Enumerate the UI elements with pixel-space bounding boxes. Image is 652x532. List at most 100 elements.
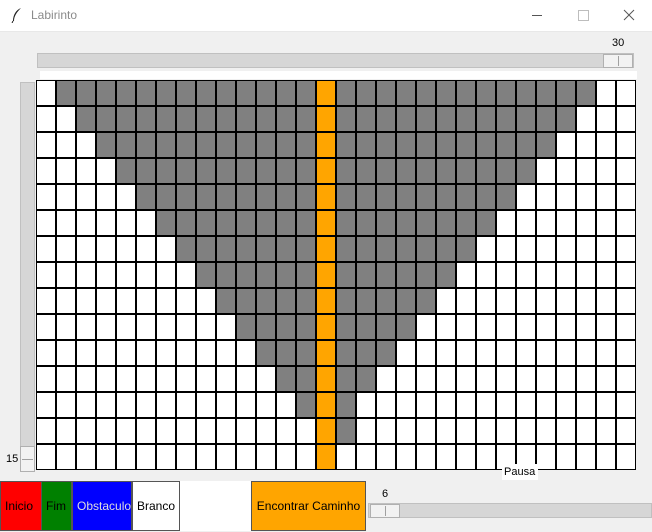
maze-cell-empty[interactable] — [477, 367, 495, 391]
maze-cell-obstacle[interactable] — [397, 211, 415, 235]
maze-cell-empty[interactable] — [77, 237, 95, 261]
maze-cell-obstacle[interactable] — [337, 107, 355, 131]
maze-cell-empty[interactable] — [617, 133, 635, 157]
maze-cell-empty[interactable] — [577, 419, 595, 443]
maze-cell-empty[interactable] — [37, 81, 55, 105]
maze-cell-empty[interactable] — [137, 419, 155, 443]
maze-cell-empty[interactable] — [37, 159, 55, 183]
maze-cell-obstacle[interactable] — [337, 211, 355, 235]
maze-cell-empty[interactable] — [597, 341, 615, 365]
maze-cell-empty[interactable] — [457, 263, 475, 287]
maze-cell-obstacle[interactable] — [437, 263, 455, 287]
maze-cell-empty[interactable] — [517, 419, 535, 443]
maze-cell-empty[interactable] — [617, 185, 635, 209]
maze-cell-empty[interactable] — [177, 419, 195, 443]
maze-cell-empty[interactable] — [77, 133, 95, 157]
maze-cell-empty[interactable] — [197, 367, 215, 391]
maze-cell-empty[interactable] — [497, 211, 515, 235]
maze-cell-empty[interactable] — [557, 315, 575, 339]
maze-cell-obstacle[interactable] — [457, 185, 475, 209]
maze-cell-obstacle[interactable] — [377, 159, 395, 183]
maze-cell-obstacle[interactable] — [97, 107, 115, 131]
maze-cell-empty[interactable] — [617, 341, 635, 365]
maze-cell-empty[interactable] — [557, 263, 575, 287]
maze-cell-empty[interactable] — [617, 393, 635, 417]
maze-cell-empty[interactable] — [497, 289, 515, 313]
maze-cell-empty[interactable] — [97, 263, 115, 287]
maze-cell-obstacle[interactable] — [297, 133, 315, 157]
maze-cell-path[interactable] — [317, 393, 335, 417]
maze-cell-obstacle[interactable] — [397, 315, 415, 339]
maze-cell-obstacle[interactable] — [217, 159, 235, 183]
maze-cell-empty[interactable] — [357, 393, 375, 417]
maze-cell-path[interactable] — [317, 185, 335, 209]
maze-cell-obstacle[interactable] — [217, 81, 235, 105]
maze-cell-obstacle[interactable] — [217, 237, 235, 261]
maze-cell-obstacle[interactable] — [397, 185, 415, 209]
maze-cell-empty[interactable] — [197, 315, 215, 339]
maze-cell-obstacle[interactable] — [577, 81, 595, 105]
maze-cell-empty[interactable] — [217, 315, 235, 339]
maze-cell-empty[interactable] — [417, 315, 435, 339]
maze-cell-obstacle[interactable] — [497, 133, 515, 157]
maze-cell-obstacle[interactable] — [237, 159, 255, 183]
maze-cell-empty[interactable] — [157, 263, 175, 287]
maze-cell-empty[interactable] — [177, 263, 195, 287]
maze-cell-empty[interactable] — [257, 393, 275, 417]
maze-cell-obstacle[interactable] — [357, 107, 375, 131]
maze-cell-obstacle[interactable] — [337, 263, 355, 287]
maze-cell-obstacle[interactable] — [277, 159, 295, 183]
maze-cell-empty[interactable] — [257, 419, 275, 443]
maze-cell-empty[interactable] — [77, 263, 95, 287]
maze-cell-empty[interactable] — [557, 185, 575, 209]
maze-cell-obstacle[interactable] — [357, 263, 375, 287]
maze-cell-obstacle[interactable] — [517, 81, 535, 105]
maze-cell-empty[interactable] — [477, 263, 495, 287]
maze-cell-empty[interactable] — [477, 315, 495, 339]
maze-cell-obstacle[interactable] — [497, 185, 515, 209]
maze-cell-obstacle[interactable] — [337, 393, 355, 417]
maze-cell-empty[interactable] — [577, 107, 595, 131]
maze-cell-obstacle[interactable] — [297, 341, 315, 365]
maze-cell-empty[interactable] — [577, 315, 595, 339]
maze-cell-empty[interactable] — [37, 289, 55, 313]
maze-cell-empty[interactable] — [437, 367, 455, 391]
maze-cell-obstacle[interactable] — [377, 133, 395, 157]
maze-cell-empty[interactable] — [137, 367, 155, 391]
maze-cell-empty[interactable] — [537, 289, 555, 313]
maze-cell-empty[interactable] — [557, 393, 575, 417]
maze-cell-obstacle[interactable] — [177, 159, 195, 183]
maze-cell-empty[interactable] — [597, 289, 615, 313]
maze-cell-empty[interactable] — [577, 237, 595, 261]
maze-cell-empty[interactable] — [117, 445, 135, 469]
maze-cell-obstacle[interactable] — [297, 315, 315, 339]
maze-cell-empty[interactable] — [97, 185, 115, 209]
maze-cell-obstacle[interactable] — [457, 159, 475, 183]
maze-cell-obstacle[interactable] — [177, 185, 195, 209]
maze-cell-obstacle[interactable] — [477, 107, 495, 131]
maze-cell-empty[interactable] — [77, 159, 95, 183]
maze-cell-obstacle[interactable] — [457, 107, 475, 131]
maze-cell-empty[interactable] — [537, 237, 555, 261]
maze-cell-empty[interactable] — [517, 315, 535, 339]
maze-cell-empty[interactable] — [537, 367, 555, 391]
maze-cell-empty[interactable] — [557, 341, 575, 365]
maze-cell-empty[interactable] — [557, 237, 575, 261]
maze-cell-obstacle[interactable] — [257, 315, 275, 339]
maze-cell-obstacle[interactable] — [157, 211, 175, 235]
maze-cell-empty[interactable] — [77, 445, 95, 469]
maze-cell-obstacle[interactable] — [257, 81, 275, 105]
maze-cell-empty[interactable] — [237, 393, 255, 417]
maze-cell-empty[interactable] — [37, 237, 55, 261]
maze-cell-empty[interactable] — [477, 341, 495, 365]
close-button[interactable] — [606, 0, 652, 31]
maze-cell-empty[interactable] — [277, 419, 295, 443]
maze-cell-empty[interactable] — [617, 107, 635, 131]
maze-cell-empty[interactable] — [577, 289, 595, 313]
maze-cell-empty[interactable] — [157, 367, 175, 391]
maze-cell-obstacle[interactable] — [497, 159, 515, 183]
maze-cell-path[interactable] — [317, 159, 335, 183]
maze-cell-obstacle[interactable] — [357, 341, 375, 365]
maze-cell-empty[interactable] — [117, 289, 135, 313]
maze-cell-empty[interactable] — [577, 263, 595, 287]
